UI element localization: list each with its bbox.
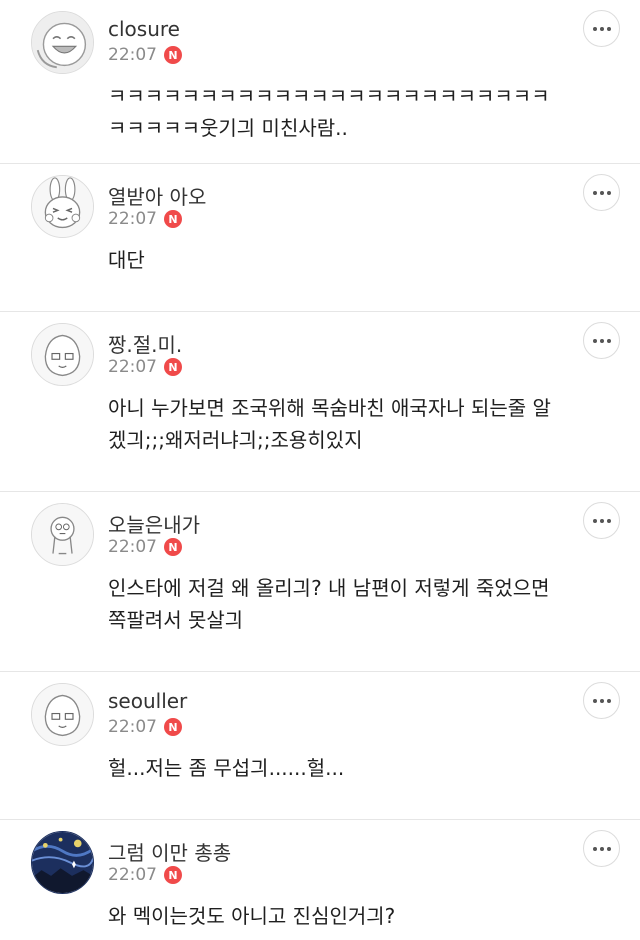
laughing-face-avatar-icon[interactable] xyxy=(31,11,94,74)
ghost-character-avatar-icon[interactable] xyxy=(31,503,94,566)
comment-time: 22:07 xyxy=(108,209,157,229)
comment-item: 짱.절.미. 22:07 N 아니 누가보면 조국위해 목숨바친 애국자나 되는… xyxy=(0,312,640,492)
ellipsis-icon xyxy=(592,846,611,851)
comment-meta: 22:07 N xyxy=(108,357,182,377)
comment-time: 22:07 xyxy=(108,717,157,737)
comment-time: 22:07 xyxy=(108,357,157,377)
comment-meta: 22:07 N xyxy=(108,537,182,557)
comment-nickname[interactable]: 열받아 아오 xyxy=(108,181,206,210)
ellipsis-icon xyxy=(592,698,611,703)
more-options-button[interactable] xyxy=(583,682,620,719)
comment-list: closure 22:07 N ㅋㅋㅋㅋㅋㅋㅋㅋㅋㅋㅋㅋㅋㅋㅋㅋㅋㅋㅋㅋㅋㅋㅋㅋ… xyxy=(0,0,640,940)
comment-time: 22:07 xyxy=(108,45,157,65)
comment-text-line: ㅋㅋㅋㅋㅋㅋㅋㅋㅋㅋㅋㅋㅋㅋㅋㅋㅋㅋㅋㅋㅋㅋㅋㅋ xyxy=(108,84,550,108)
comment-item: 그럼 이만 총총 22:07 N 와 멕이는것도 아니고 진심인거긔? xyxy=(0,820,640,940)
ellipsis-icon xyxy=(592,26,611,31)
new-badge: N xyxy=(164,866,182,884)
ellipsis-icon xyxy=(592,518,611,523)
comment-meta: 22:07 N xyxy=(108,865,182,885)
comment-meta: 22:07 N xyxy=(108,717,182,737)
peach-character-avatar-icon[interactable] xyxy=(31,683,94,746)
more-options-button[interactable] xyxy=(583,10,620,47)
new-badge: N xyxy=(164,46,182,64)
comment-text-line: 겠긔;;;왜저러냐긔;;조용히있지 xyxy=(108,428,363,452)
rabbit-character-avatar-icon[interactable] xyxy=(31,175,94,238)
comment-text-line: 쪽팔려서 못살긔 xyxy=(108,608,244,632)
comment-time: 22:07 xyxy=(108,537,157,557)
comment-text: 와 멕이는것도 아니고 진심인거긔? xyxy=(108,900,616,932)
comment-text-line: 아니 누가보면 조국위해 목숨바친 애국자나 되는줄 알 xyxy=(108,396,551,420)
comment-text: ㅋㅋㅋㅋㅋㅋㅋㅋㅋㅋㅋㅋㅋㅋㅋㅋㅋㅋㅋㅋㅋㅋㅋㅋ ㅋㅋㅋㅋㅋ웃기긔 미친사람.. xyxy=(108,80,616,144)
comment-text: 대단 xyxy=(108,244,616,276)
comment-text-line: 인스타에 저걸 왜 올리긔? 내 남편이 저렇게 죽었으면 xyxy=(108,576,550,600)
comment-nickname[interactable]: 오늘은내가 xyxy=(108,509,200,538)
starry-night-photo-avatar-icon[interactable] xyxy=(31,831,94,894)
comment-text-line: 대단 xyxy=(108,248,145,272)
comment-nickname[interactable]: 짱.절.미. xyxy=(108,329,182,358)
new-badge: N xyxy=(164,718,182,736)
more-options-button[interactable] xyxy=(583,174,620,211)
comment-meta: 22:07 N xyxy=(108,209,182,229)
new-badge: N xyxy=(164,210,182,228)
comment-item: closure 22:07 N ㅋㅋㅋㅋㅋㅋㅋㅋㅋㅋㅋㅋㅋㅋㅋㅋㅋㅋㅋㅋㅋㅋㅋㅋ… xyxy=(0,0,640,164)
comment-text-line: ㅋㅋㅋㅋㅋ웃기긔 미친사람.. xyxy=(108,116,348,140)
ellipsis-icon xyxy=(592,338,611,343)
more-options-button[interactable] xyxy=(583,322,620,359)
comment-time: 22:07 xyxy=(108,865,157,885)
comment-text-line: 헐...저는 좀 무섭긔......헐... xyxy=(108,756,345,780)
comment-nickname[interactable]: seouller xyxy=(108,689,187,713)
new-badge: N xyxy=(164,358,182,376)
comment-text-line: 와 멕이는것도 아니고 진심인거긔? xyxy=(108,904,396,928)
comment-nickname[interactable]: 그럼 이만 총총 xyxy=(108,837,231,866)
comment-text: 헐...저는 좀 무섭긔......헐... xyxy=(108,752,616,784)
comment-nickname[interactable]: closure xyxy=(108,17,180,41)
more-options-button[interactable] xyxy=(583,830,620,867)
ellipsis-icon xyxy=(592,190,611,195)
more-options-button[interactable] xyxy=(583,502,620,539)
peach-character-avatar-icon[interactable] xyxy=(31,323,94,386)
comment-meta: 22:07 N xyxy=(108,45,182,65)
new-badge: N xyxy=(164,538,182,556)
comment-item: seouller 22:07 N 헐...저는 좀 무섭긔......헐... xyxy=(0,672,640,820)
comment-item: 열받아 아오 22:07 N 대단 xyxy=(0,164,640,312)
comment-text: 아니 누가보면 조국위해 목숨바친 애국자나 되는줄 알 겠긔;;;왜저러냐긔;… xyxy=(108,392,616,456)
comment-item: 오늘은내가 22:07 N 인스타에 저걸 왜 올리긔? 내 남편이 저렇게 죽… xyxy=(0,492,640,672)
comment-text: 인스타에 저걸 왜 올리긔? 내 남편이 저렇게 죽었으면 쪽팔려서 못살긔 xyxy=(108,572,616,636)
